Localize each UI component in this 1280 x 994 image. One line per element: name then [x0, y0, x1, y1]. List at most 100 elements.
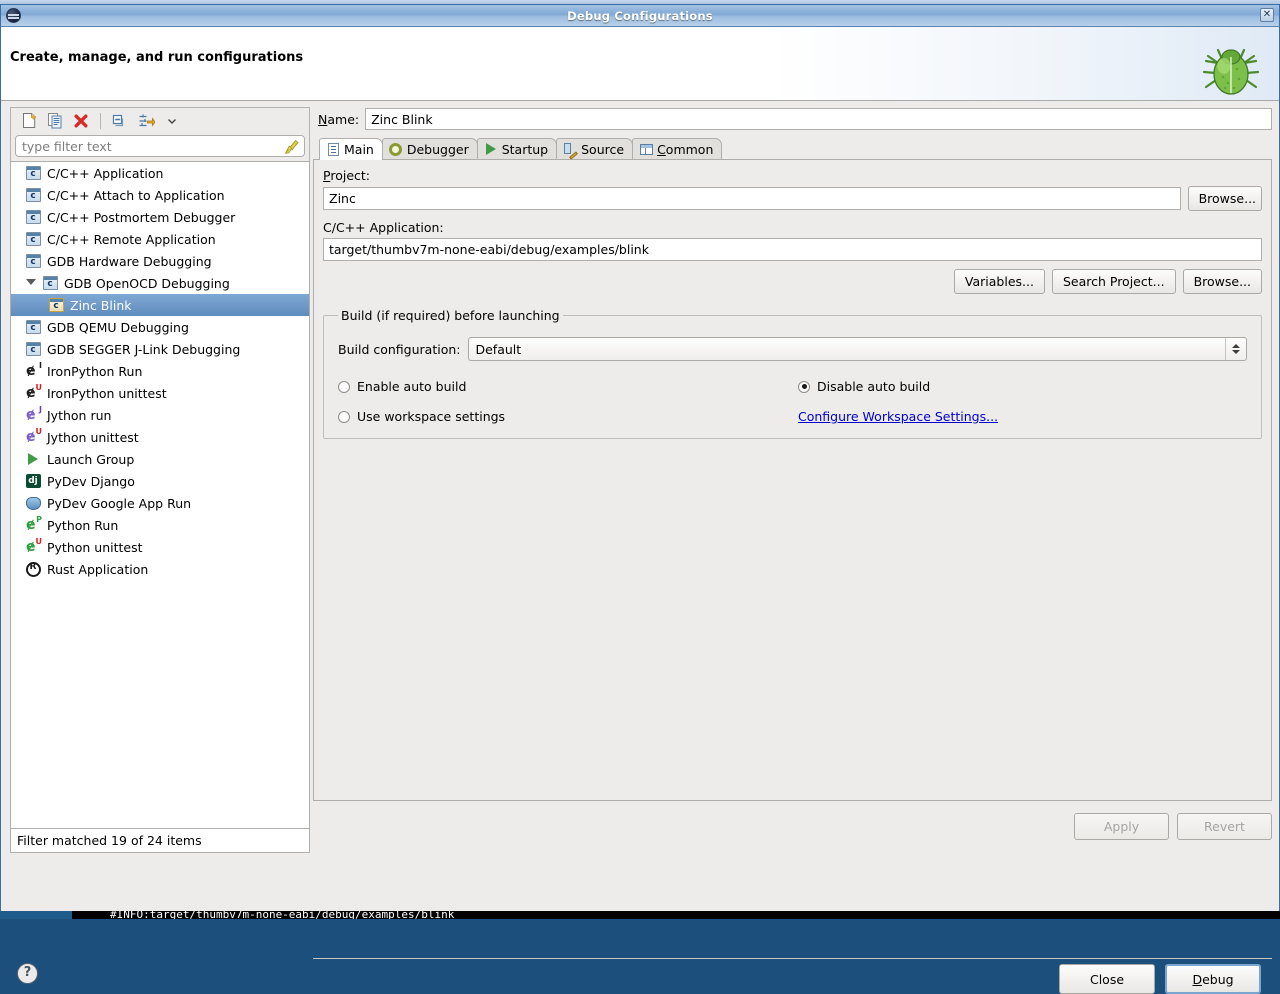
tree-item-label: Jython unittest	[47, 429, 139, 445]
search-project-button[interactable]: Search Project...	[1051, 269, 1176, 294]
tree-item[interactable]: C/C++ Application	[11, 162, 309, 184]
tree-item[interactable]: Zinc Blink	[11, 294, 309, 316]
django-icon: dj	[25, 473, 41, 489]
radio-enable-auto-build[interactable]: Enable auto build	[338, 379, 798, 394]
tree-item-label: C/C++ Postmortem Debugger	[47, 209, 236, 225]
duplicate-launch-configuration-icon[interactable]	[43, 110, 67, 132]
terminal-line: #INFO:target/thumbv7m-none-eabi/debug/ex…	[110, 911, 455, 919]
filter-status-text: Filter matched 19 of 24 items	[10, 829, 310, 853]
application-buttons-row: Variables... Search Project... Browse...	[323, 269, 1262, 294]
name-row: Name:	[313, 107, 1272, 131]
apply-button[interactable]: Apply	[1074, 813, 1169, 840]
tree-item[interactable]: ɇ U Jython unittest	[11, 426, 309, 448]
project-input[interactable]	[323, 187, 1181, 210]
tree-item[interactable]: GDB SEGGER J-Link Debugging	[11, 338, 309, 360]
django-icon: dj	[25, 474, 41, 488]
python-launch-icon: ɇI	[25, 361, 42, 379]
tab-source[interactable]: Source	[556, 138, 634, 159]
tab-common[interactable]: Common	[632, 138, 723, 159]
cpp-launch-icon	[25, 187, 41, 203]
dialog-titlebar: Debug Configurations ✕	[1, 5, 1279, 27]
tree-item[interactable]: GDB QEMU Debugging	[11, 316, 309, 338]
tab-debugger[interactable]: Debugger	[381, 138, 478, 159]
tree-toolbar	[10, 107, 310, 133]
build-configuration-select[interactable]: Default	[468, 337, 1247, 361]
google-app-engine-icon	[25, 495, 41, 511]
tab-main[interactable]: Main	[319, 138, 383, 160]
table-icon	[639, 142, 653, 156]
close-button[interactable]: Close	[1059, 964, 1155, 994]
radio-use-workspace-settings[interactable]: Use workspace settings	[338, 409, 798, 424]
tree-item-label: GDB Hardware Debugging	[47, 253, 212, 269]
tree-item[interactable]: GDB Hardware Debugging	[11, 250, 309, 272]
tree-item-label: Rust Application	[47, 561, 149, 577]
tree-item[interactable]: ɇ U Python unittest	[11, 536, 309, 558]
tree-item[interactable]: ɇ P Python Run	[11, 514, 309, 536]
tree-item-label: PyDev Django	[47, 473, 135, 489]
launch-configuration-tree[interactable]: C/C++ Application C/C++ Attach to Applica…	[10, 161, 310, 829]
main-tab-content: Project: Browse... C/C++ Application: Va…	[313, 160, 1272, 801]
document-icon	[326, 143, 340, 157]
tree-item-label: GDB SEGGER J-Link Debugging	[47, 341, 241, 357]
source-icon	[563, 142, 577, 156]
tree-item[interactable]: GDB OpenOCD Debugging	[11, 272, 309, 294]
application-browse-button[interactable]: Browse...	[1182, 269, 1262, 294]
broom-icon[interactable]	[283, 139, 300, 155]
window-menu-icon[interactable]	[6, 8, 21, 23]
tree-item[interactable]: C/C++ Attach to Application	[11, 184, 309, 206]
tree-item[interactable]: ɇ I IronPython Run	[11, 360, 309, 382]
configuration-name-input[interactable]	[365, 108, 1272, 130]
tree-item[interactable]: ɇ U IronPython unittest	[11, 382, 309, 404]
debug-button[interactable]: Debug	[1165, 964, 1261, 994]
configure-workspace-settings-link[interactable]: Configure Workspace Settings...	[798, 409, 1247, 424]
python-launch-icon: ɇU	[25, 428, 42, 445]
cpp-launch-icon	[25, 165, 41, 181]
filter-input-wrapper	[15, 135, 305, 157]
bug-icon	[1202, 48, 1260, 95]
python-launch-icon: ɇU	[26, 537, 42, 555]
cpp-launch-icon	[25, 231, 41, 247]
tree-item[interactable]: ɇ J Jython run	[11, 404, 309, 426]
cpp-launch-icon	[25, 254, 41, 268]
python-launch-icon: ɇU	[25, 537, 42, 555]
combo-spinner-icon[interactable]	[1225, 338, 1246, 360]
close-icon[interactable]: ✕	[1260, 8, 1274, 22]
collapse-all-icon[interactable]	[108, 110, 132, 132]
build-configuration-value: Default	[475, 341, 522, 357]
python-launch-icon: ɇI	[26, 361, 42, 379]
radio-disable-auto-build[interactable]: Disable auto build	[798, 379, 1247, 394]
debug-configurations-dialog: Debug Configurations ✕ Create, manage, a…	[0, 4, 1280, 994]
tree-item[interactable]: C/C++ Remote Application	[11, 228, 309, 250]
tree-item[interactable]: Launch Group	[11, 448, 309, 470]
configuration-tabs: Main Debugger Startup Source Common	[313, 138, 1272, 160]
cpp-launch-icon	[25, 166, 41, 180]
tab-startup[interactable]: Startup	[476, 138, 558, 159]
play-icon	[28, 453, 38, 465]
project-browse-button[interactable]: Browse...	[1187, 186, 1262, 211]
revert-button[interactable]: Revert	[1177, 813, 1272, 840]
tree-item[interactable]: Rust Application	[11, 558, 309, 580]
expand-collapse-arrow-icon[interactable]	[26, 279, 36, 285]
play-icon	[484, 142, 498, 156]
search-input[interactable]	[16, 136, 278, 156]
tree-item[interactable]: dj PyDev Django	[11, 470, 309, 492]
footer-separator	[313, 958, 1272, 959]
filter-launch-configurations-icon[interactable]	[134, 110, 158, 132]
radio-use-workspace-settings-label: Use workspace settings	[357, 409, 506, 424]
application-input[interactable]	[323, 238, 1262, 261]
variables-button[interactable]: Variables...	[953, 269, 1045, 294]
tree-item[interactable]: PyDev Google App Run	[11, 492, 309, 514]
new-launch-configuration-icon[interactable]	[17, 110, 41, 132]
cpp-launch-icon	[42, 276, 58, 290]
tree-item[interactable]: C/C++ Postmortem Debugger	[11, 206, 309, 228]
tree-item-label: PyDev Google App Run	[47, 495, 192, 511]
radio-indicator	[338, 380, 350, 393]
tree-item-label: C/C++ Attach to Application	[47, 187, 225, 203]
tree-item-label: IronPython Run	[47, 363, 143, 379]
view-menu-chevron-icon[interactable]	[160, 110, 184, 132]
cpp-launch-icon	[48, 298, 64, 312]
delete-launch-configuration-icon[interactable]	[69, 110, 93, 132]
help-icon[interactable]: ?	[17, 963, 38, 984]
configuration-editor-panel: Name: Main Debugger Startup Source Common Pr…	[313, 107, 1272, 994]
rust-icon	[25, 561, 41, 577]
